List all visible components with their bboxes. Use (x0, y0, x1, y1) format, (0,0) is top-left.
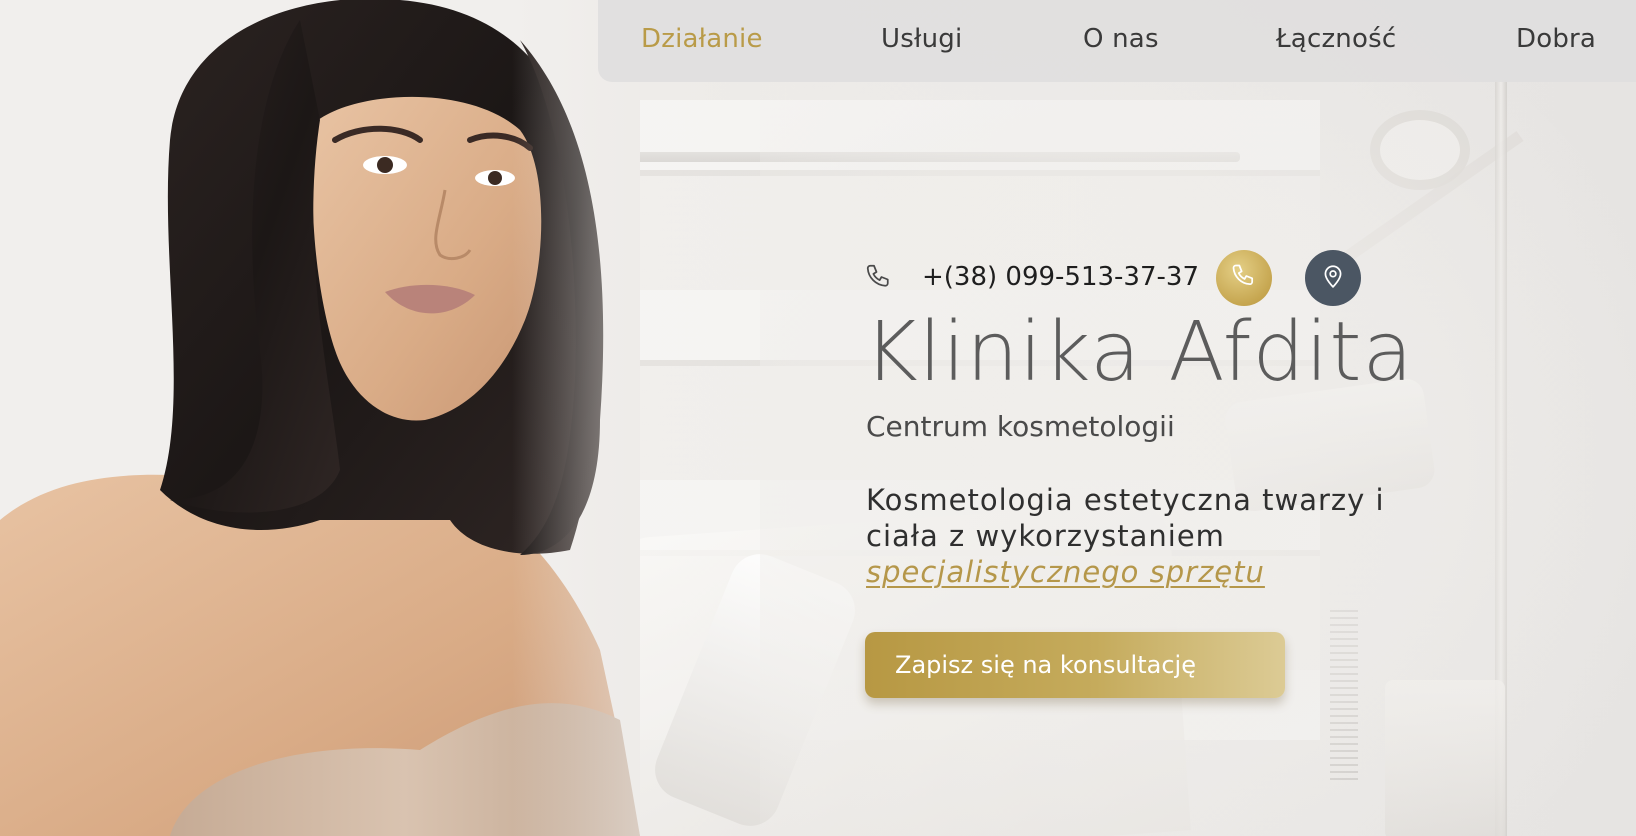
book-consultation-button[interactable]: Zapisz się na konsultację (865, 632, 1285, 698)
phone-icon (1230, 262, 1258, 294)
nav-item-uslugi[interactable]: Usługi (881, 24, 962, 54)
specialist-equipment-link[interactable]: specjalistycznego sprzętu (866, 555, 1265, 589)
nav-item-lacznosc[interactable]: Łączność (1276, 24, 1396, 54)
phone-number-link[interactable]: +(38) 099-513-37-37 (922, 262, 1199, 292)
page-title: Klinika Afdita (864, 305, 1414, 400)
nav-item-o-nas[interactable]: O nas (1083, 24, 1159, 54)
nav-item-dzialanie[interactable]: Działanie (641, 24, 763, 54)
nav-item-dobra[interactable]: Dobra (1516, 24, 1596, 54)
model-portrait-image (0, 0, 640, 836)
hero-description: Kosmetologia estetyczna twarzy i ciała z… (866, 482, 1456, 590)
top-navigation: Działanie Usługi O nas Łączność Dobra (598, 0, 1636, 82)
map-pin-icon (1320, 263, 1346, 293)
location-button[interactable] (1305, 250, 1361, 306)
call-button[interactable] (1216, 250, 1272, 306)
hero-description-text: Kosmetologia estetyczna twarzy i ciała z… (866, 483, 1385, 553)
phone-icon (864, 262, 894, 292)
page-subtitle: Centrum kosmetologii (866, 410, 1175, 443)
